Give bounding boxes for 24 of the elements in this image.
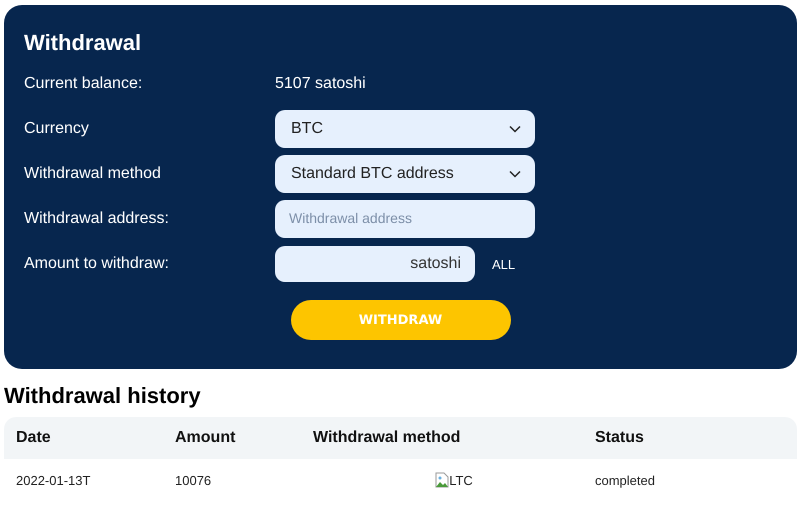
chevron-down-icon	[509, 170, 521, 178]
address-field[interactable]: Withdrawal address	[275, 200, 535, 238]
balance-value: 5107 satoshi	[275, 75, 367, 93]
chevron-down-icon	[509, 125, 521, 133]
field-label: Withdrawal address:	[24, 210, 170, 228]
broken-image-icon	[435, 472, 450, 488]
all-link[interactable]: ALL	[492, 256, 516, 272]
table-cell-text: 2022-01-13T	[16, 472, 92, 488]
column-header: Status	[595, 429, 645, 447]
history-title: Withdrawal history	[4, 383, 202, 409]
table-cell-text: completed	[595, 472, 656, 488]
dropdown[interactable]: Standard BTC address	[275, 155, 535, 193]
amount-field[interactable]: satoshi	[275, 246, 475, 282]
field-label: Current balance:	[24, 75, 144, 93]
column-header: Date	[16, 429, 52, 447]
field-label: Amount to withdraw:	[24, 255, 170, 273]
column-header: Amount	[175, 429, 236, 447]
field-label: Withdrawal method	[24, 165, 162, 183]
table-cell-text: 10076	[175, 472, 212, 488]
panel-title: Withdrawal	[24, 30, 142, 56]
column-header: Withdrawal method	[313, 429, 462, 447]
dropdown[interactable]: BTC	[275, 110, 535, 148]
image-alt-text: LTC	[449, 472, 473, 488]
field-label: Currency	[24, 120, 90, 138]
